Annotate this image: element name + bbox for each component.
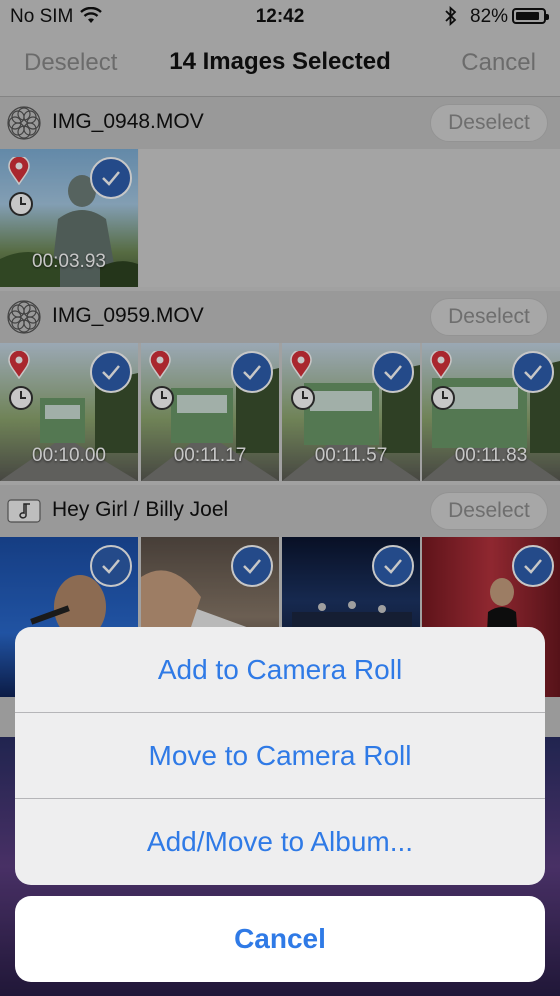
- action-sheet: Add to Camera Roll Move to Camera Roll A…: [15, 627, 545, 885]
- add-to-camera-roll-button[interactable]: Add to Camera Roll: [15, 627, 545, 713]
- cancel-button[interactable]: Cancel: [15, 896, 545, 982]
- add-move-to-album-button[interactable]: Add/Move to Album...: [15, 799, 545, 885]
- move-to-camera-roll-button[interactable]: Move to Camera Roll: [15, 713, 545, 799]
